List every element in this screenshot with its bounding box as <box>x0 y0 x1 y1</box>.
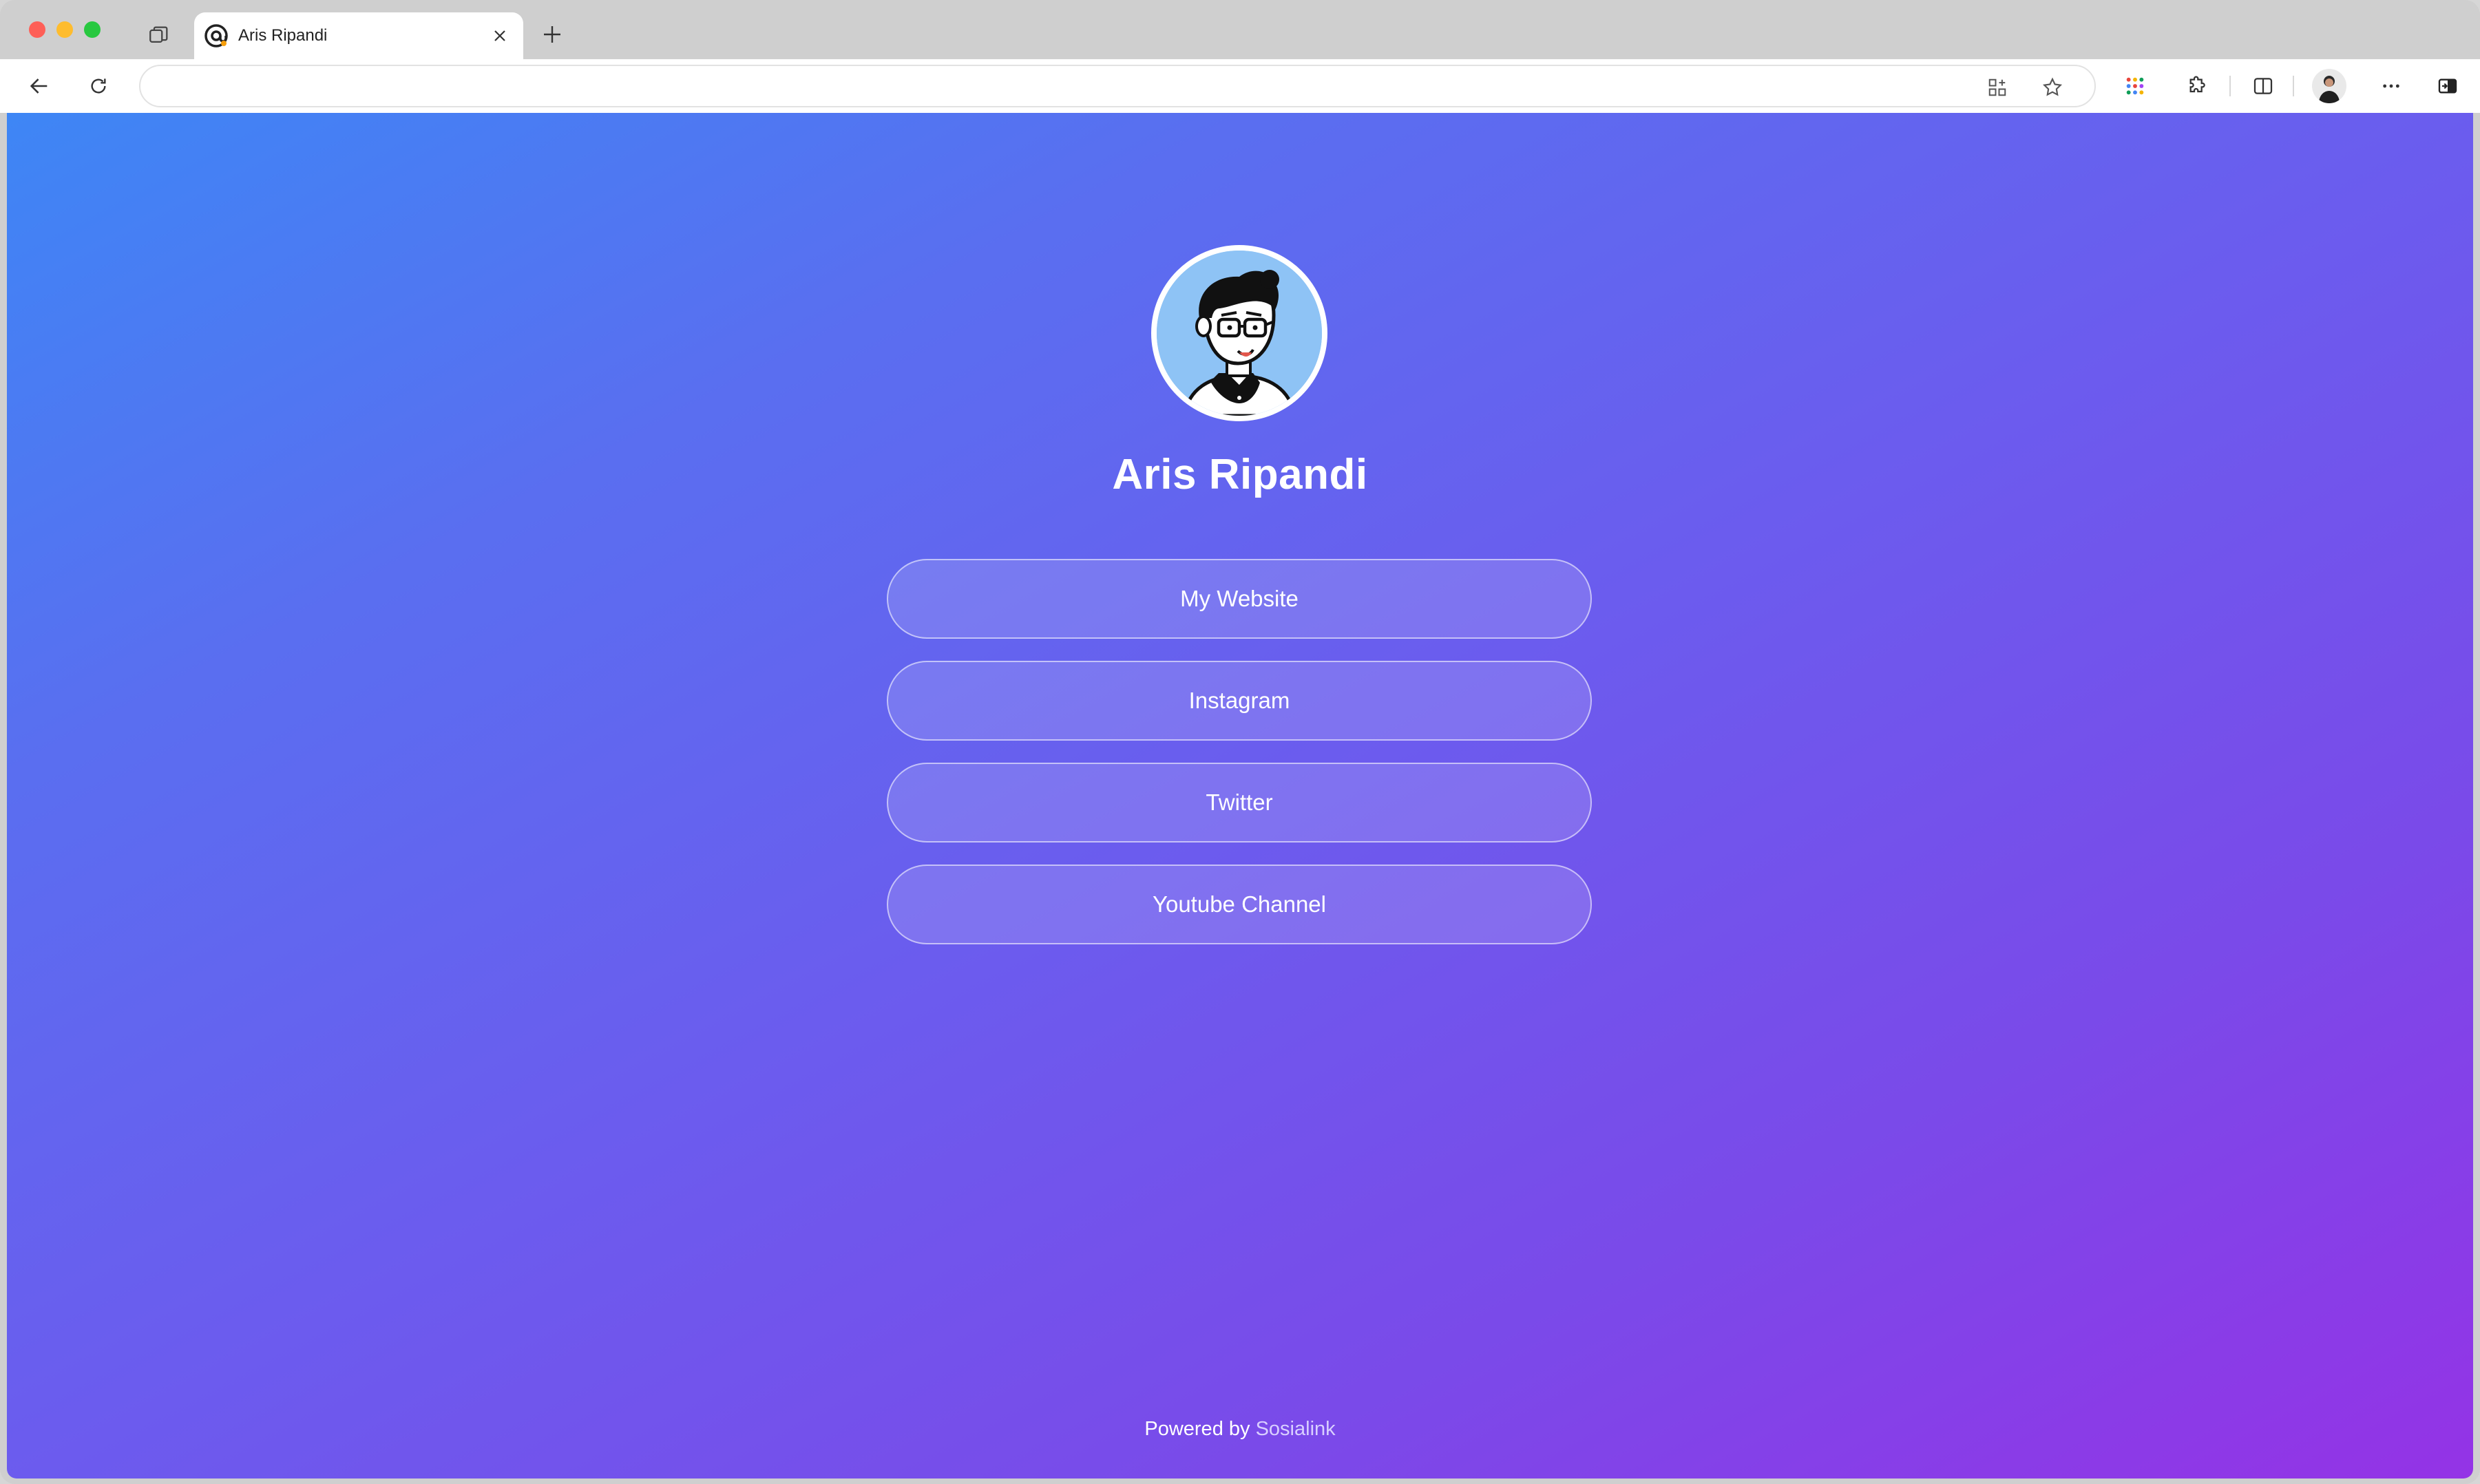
link-button-instagram[interactable]: Instagram <box>887 661 1592 741</box>
tab-strip: Aris Ripandi <box>0 0 2480 59</box>
app-grid-icon <box>1988 78 2006 96</box>
apps-button[interactable] <box>2118 69 2152 103</box>
browser-window: Aris Ripandi Aris Ripandi My Website Ins… <box>0 0 2480 1484</box>
address-bar[interactable] <box>139 65 2096 107</box>
profile-button[interactable] <box>2312 69 2346 103</box>
footer-brand-link[interactable]: Sosialink <box>1256 1418 1336 1440</box>
toolbar-separator <box>2293 76 2294 96</box>
apps-launcher-icon <box>2126 77 2144 95</box>
cartoon-avatar-icon <box>1157 251 1322 416</box>
footer-prefix: Powered by <box>1144 1418 1250 1440</box>
profile-avatar <box>1151 245 1327 421</box>
window-maximize-button[interactable] <box>84 21 101 38</box>
tab-close-button[interactable] <box>489 25 511 47</box>
link-button-my-website[interactable]: My Website <box>887 559 1592 639</box>
back-arrow-icon <box>30 78 48 94</box>
refresh-button[interactable] <box>81 69 116 103</box>
more-icon <box>2383 84 2399 88</box>
favorite-button[interactable] <box>2035 70 2070 105</box>
plus-icon <box>544 26 560 43</box>
tab-title: Aris Ripandi <box>238 26 328 45</box>
sidebar-toggle-icon <box>2438 78 2457 94</box>
window-close-button[interactable] <box>29 21 45 38</box>
link-list: My Website Instagram Twitter Youtube Cha… <box>887 559 1592 966</box>
split-screen-button[interactable] <box>2246 69 2280 103</box>
footer: Powered by Sosialink <box>7 1418 2473 1441</box>
star-icon <box>2042 77 2063 96</box>
toolbar-separator <box>2229 76 2231 96</box>
split-screen-icon <box>2253 78 2273 94</box>
new-tab-button[interactable] <box>536 18 569 51</box>
link-button-youtube-channel[interactable]: Youtube Channel <box>887 865 1592 944</box>
window-minimize-button[interactable] <box>56 21 73 38</box>
link-button-twitter[interactable]: Twitter <box>887 763 1592 842</box>
browser-toolbar <box>0 59 2480 113</box>
page-viewport: Aris Ripandi My Website Instagram Twitte… <box>7 113 2473 1478</box>
extensions-button[interactable] <box>2180 69 2214 103</box>
sidebar-toggle-button[interactable] <box>2430 69 2465 103</box>
refresh-icon <box>91 78 106 94</box>
close-icon <box>494 30 505 41</box>
app-available-button[interactable] <box>1980 70 2015 105</box>
sosialink-favicon-icon <box>204 24 228 47</box>
user-avatar-icon <box>2312 69 2346 103</box>
profile-name: Aris Ripandi <box>1112 451 1368 498</box>
more-button[interactable] <box>2374 69 2408 103</box>
back-button[interactable] <box>22 69 56 103</box>
tab-actions-button[interactable] <box>142 18 176 52</box>
tab-actions-icon <box>149 26 168 43</box>
puzzle-icon <box>2189 76 2205 93</box>
active-tab[interactable]: Aris Ripandi <box>194 12 523 59</box>
